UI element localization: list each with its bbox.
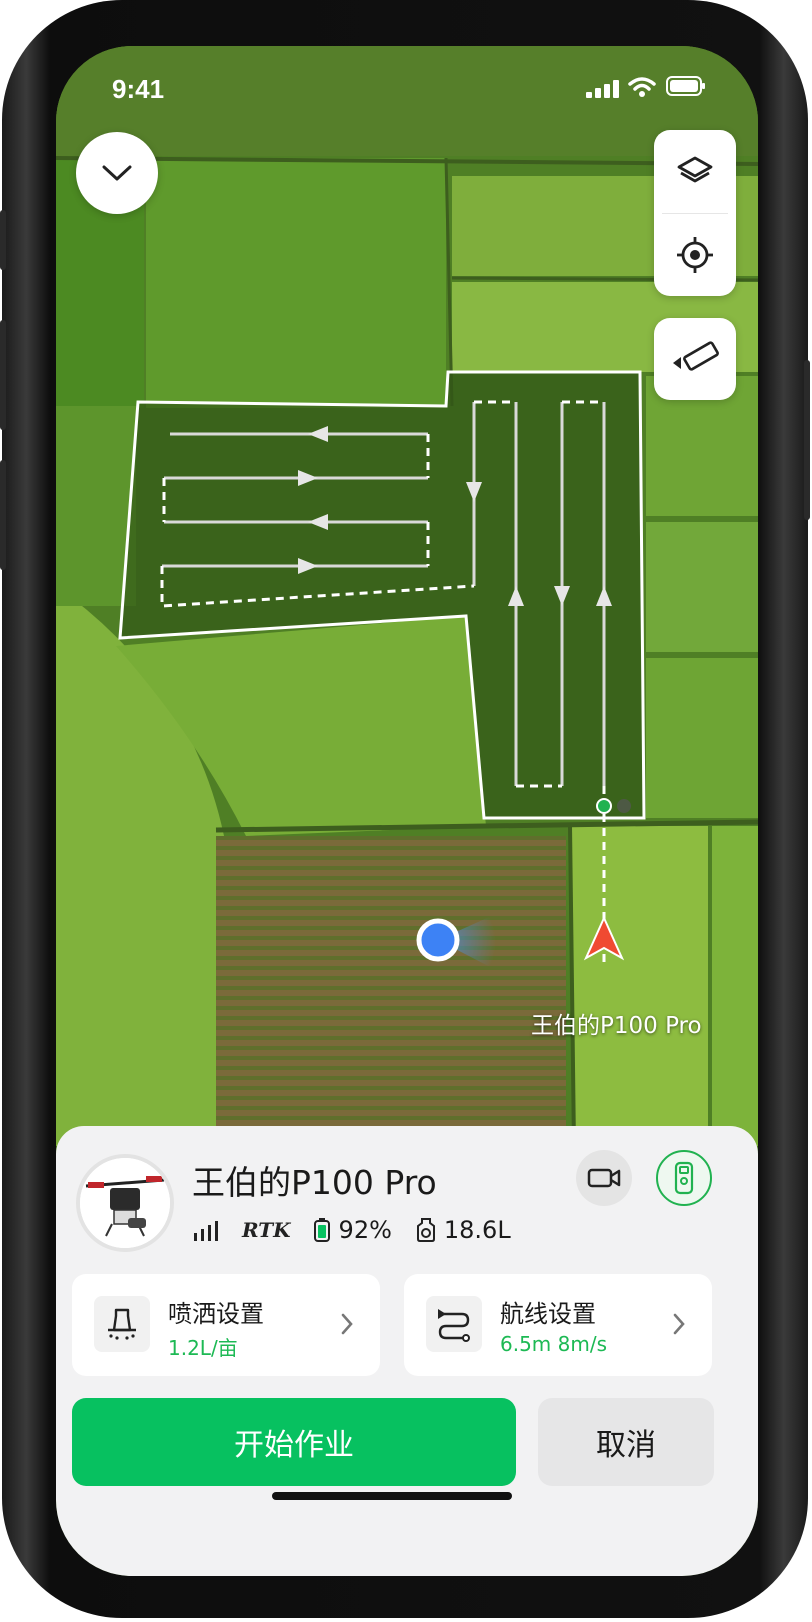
start-operation-button[interactable]: 开始作业	[72, 1398, 516, 1486]
map-tool-group	[654, 130, 736, 296]
drone-battery-icon	[313, 1218, 330, 1242]
remote-controller-icon	[674, 1161, 694, 1195]
remote-controller-button[interactable]	[656, 1150, 712, 1206]
spray-rate-value: 1.2L/亩	[168, 1336, 238, 1360]
route-settings-title: 航线设置	[500, 1300, 596, 1328]
camera-button[interactable]	[576, 1150, 632, 1206]
drone-thumbnail	[80, 1158, 170, 1248]
volume-down-button	[0, 460, 6, 570]
layers-icon	[677, 156, 713, 182]
drone-avatar	[76, 1154, 174, 1252]
user-location-dot	[416, 918, 460, 962]
battery-status-icon	[666, 76, 705, 96]
tool-divider	[662, 213, 728, 214]
drone-control-panel: 王伯的P100 Pro RTK 92% 18.6L 喷洒设置 1.2L/亩 航线…	[56, 1126, 758, 1576]
chevron-right-icon	[341, 1313, 353, 1335]
collapse-button[interactable]	[76, 132, 158, 214]
status-time: 9:41	[112, 74, 165, 104]
drone-name: 王伯的P100 Pro	[192, 1163, 437, 1202]
route-settings-card[interactable]: 航线设置 6.5m 8m/s	[404, 1274, 712, 1376]
volume-up-button	[0, 320, 6, 430]
tank-stat: 18.6L	[416, 1216, 511, 1244]
battery-stat: 92%	[313, 1216, 392, 1244]
route-icon-box	[426, 1296, 482, 1352]
spray-icon-box	[94, 1296, 150, 1352]
tank-value: 18.6L	[443, 1216, 511, 1244]
rtk-icon: RTK	[242, 1218, 291, 1242]
spray-settings-title: 喷洒设置	[168, 1300, 264, 1328]
status-bar: 9:41	[56, 46, 758, 136]
battery-value: 92%	[338, 1216, 392, 1244]
spray-settings-card[interactable]: 喷洒设置 1.2L/亩	[72, 1274, 380, 1376]
screen: 王伯的P100 Pro 9:41 王伯的P100 Pro RTK 92% 18.…	[56, 46, 758, 1576]
ruler-icon	[673, 341, 719, 371]
tank-icon	[416, 1218, 435, 1242]
route-icon	[438, 1309, 470, 1342]
power-button	[804, 360, 810, 520]
locate-button[interactable]	[654, 213, 736, 296]
layers-button[interactable]	[654, 130, 736, 213]
chevron-right-icon	[673, 1313, 685, 1335]
route-params-value: 6.5m 8m/s	[500, 1332, 608, 1356]
measure-button[interactable]	[654, 318, 736, 400]
cancel-button[interactable]: 取消	[538, 1398, 714, 1486]
signal-strength-icon	[194, 1221, 218, 1241]
cellular-signal-icon	[586, 80, 619, 98]
mute-switch	[0, 210, 6, 270]
home-indicator[interactable]	[272, 1492, 512, 1500]
wifi-icon	[628, 77, 656, 97]
satellite-map[interactable]	[56, 46, 758, 1146]
crosshair-icon	[677, 236, 713, 273]
chevron-down-icon	[102, 165, 132, 181]
drone-map-label: 王伯的P100 Pro	[531, 1013, 702, 1039]
video-camera-icon	[587, 1168, 621, 1188]
drone-stats: RTK 92% 18.6L	[192, 1212, 535, 1248]
sprayer-icon	[108, 1308, 136, 1340]
